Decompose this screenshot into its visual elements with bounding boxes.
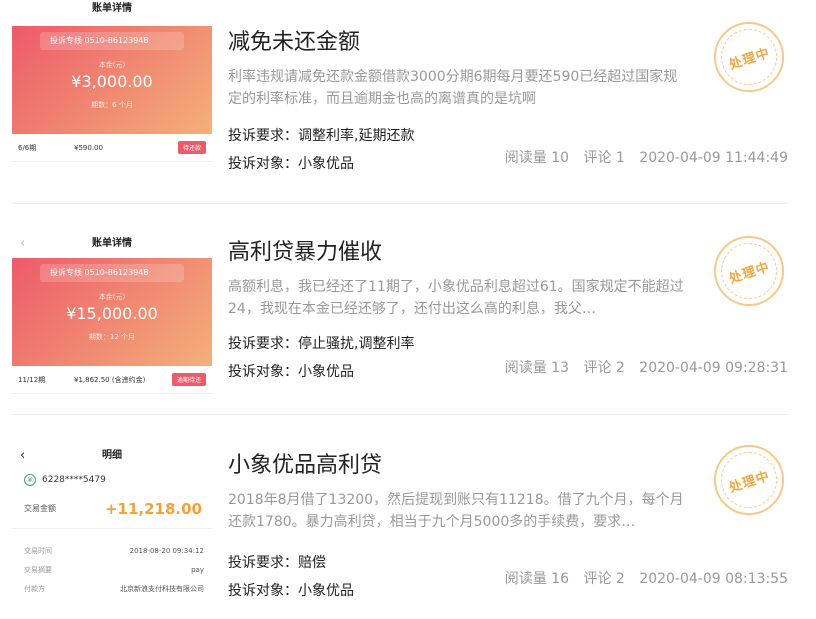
read-count: 阅读量 16 xyxy=(504,571,570,587)
row-term: 11/12期 xyxy=(18,375,46,384)
bill-row: 11/12期 ¥1,862.50 (含违约金) 逾期待还 xyxy=(12,366,212,394)
status-stamp: 处理中 xyxy=(714,236,784,306)
chevron-left-icon: ‹ xyxy=(20,236,26,251)
bill-card: 投诉专线 0510-86123948 本金(元) ¥3,000.00 期数：6 … xyxy=(12,26,212,134)
timestamp: 2020-04-09 11:44:49 xyxy=(639,150,788,166)
principal-amount: ¥3,000.00 xyxy=(71,72,153,91)
status-text: 处理中 xyxy=(727,45,772,73)
card-stats: 阅读量 16 评论 2 2020-04-09 08:13:55 xyxy=(505,568,788,588)
tx-line: 付款方 北京新浪支付科技有限公司 xyxy=(12,579,212,598)
card-number: 6228****5479 xyxy=(42,475,106,485)
complaint-card[interactable]: ‹ 明细 ¥ 6228****5479 交易金额 +11,218.00 交易时间… xyxy=(12,415,788,619)
hotline: 投诉专线 0510-86123948 xyxy=(40,32,184,50)
tx-line-value: 北京新浪支付科技有限公司 xyxy=(120,584,204,593)
period: 期数：12 个月 xyxy=(88,333,136,341)
complaint-requirement: 投诉要求：停止骚扰,调整利率 xyxy=(228,336,415,352)
tx-header-title: 明细 xyxy=(102,450,122,461)
tx-amount-label: 交易金额 xyxy=(24,504,56,513)
tx-line-value: pay xyxy=(191,565,204,574)
hotline: 投诉专线 0510-86123948 xyxy=(40,264,184,282)
status-stamp: 处理中 xyxy=(714,445,784,515)
comment-count: 评论 1 xyxy=(583,150,625,166)
comment-count: 评论 2 xyxy=(583,360,625,376)
complaint-title[interactable]: 小象优品高利贷 xyxy=(228,447,688,479)
principal-amount: ¥15,000.00 xyxy=(66,304,158,323)
bill-thumbnail[interactable]: ‹ 账单详情 投诉专线 0510-86123948 本金(元) ¥15,000.… xyxy=(12,230,212,396)
complaint-card[interactable]: 账单详情 投诉专线 0510-86123948 本金(元) ¥3,000.00 … xyxy=(12,0,788,203)
principal-label: 本金(元) xyxy=(98,293,126,301)
tx-line-value: 2018-08-20 09:34:12 xyxy=(129,546,204,555)
period: 期数：6 个月 xyxy=(91,101,133,109)
read-count: 阅读量 10 xyxy=(504,150,570,166)
bill-row: 6/6期 ¥590.00 待还款 xyxy=(12,134,212,162)
tx-amount-row: 交易金额 +11,218.00 xyxy=(12,489,212,529)
comment-count: 评论 2 xyxy=(583,571,625,587)
status-text: 处理中 xyxy=(727,259,772,287)
row-amount: ¥1,862.50 (含违约金) xyxy=(74,375,146,384)
tx-header: ‹ 明细 xyxy=(12,441,212,471)
bill-header: ‹ 账单详情 xyxy=(12,230,212,258)
complaint-title[interactable]: 高利贷暴力催收 xyxy=(228,234,688,266)
tx-line: 交易时间 2018-08-20 09:34:12 xyxy=(12,541,212,560)
status-text: 处理中 xyxy=(727,468,772,496)
bill-thumbnail[interactable]: 账单详情 投诉专线 0510-86123948 本金(元) ¥3,000.00 … xyxy=(12,0,212,172)
timestamp: 2020-04-09 09:28:31 xyxy=(639,360,788,376)
tx-line-key: 交易摘要 xyxy=(24,565,52,574)
bill-header: 账单详情 xyxy=(12,0,212,26)
transaction-thumbnail[interactable]: ‹ 明细 ¥ 6228****5479 交易金额 +11,218.00 交易时间… xyxy=(12,441,212,611)
card-stats: 阅读量 10 评论 1 2020-04-09 11:44:49 xyxy=(505,147,788,167)
bill-header-title: 账单详情 xyxy=(92,238,132,249)
chevron-left-icon: ‹ xyxy=(20,448,26,463)
complaint-desc: 2018年8月借了13200，然后提现到账只有11218。借了九个月，每个月还款… xyxy=(228,492,684,530)
tx-line: 交易摘要 pay xyxy=(12,560,212,579)
complaint-title[interactable]: 减免未还金额 xyxy=(228,24,688,56)
row-term: 6/6期 xyxy=(18,143,37,152)
timestamp: 2020-04-09 08:13:55 xyxy=(639,571,788,587)
bank-card-icon: ¥ xyxy=(24,474,36,486)
principal-label: 本金(元) xyxy=(98,61,126,69)
repay-button: 待还款 xyxy=(177,141,206,154)
bank-card: ¥ 6228****5479 xyxy=(12,471,212,489)
complaint-desc: 利率违规请减免还款金额借款3000分期6期每月要还590已经超过国家规定的利率标… xyxy=(228,69,678,107)
complaint-desc: 高额利息，我已经还了11期了，小象优品利息超过61。国家规定不能超过24，我现在… xyxy=(228,279,684,317)
row-amount: ¥590.00 xyxy=(74,143,103,152)
repay-button: 逾期待还 xyxy=(171,373,206,386)
read-count: 阅读量 13 xyxy=(504,360,570,376)
status-stamp: 处理中 xyxy=(714,22,784,92)
tx-line-key: 交易时间 xyxy=(24,546,52,555)
tx-amount: +11,218.00 xyxy=(104,499,202,518)
complaint-requirement: 投诉要求：调整利率,延期还款 xyxy=(228,128,415,144)
card-stats: 阅读量 13 评论 2 2020-04-09 09:28:31 xyxy=(505,357,788,377)
complaint-card[interactable]: ‹ 账单详情 投诉专线 0510-86123948 本金(元) ¥15,000.… xyxy=(12,204,788,414)
bill-card: 投诉专线 0510-86123948 本金(元) ¥15,000.00 期数：1… xyxy=(12,258,212,366)
bill-header-title: 账单详情 xyxy=(92,3,132,14)
tx-line-key: 付款方 xyxy=(24,584,45,593)
